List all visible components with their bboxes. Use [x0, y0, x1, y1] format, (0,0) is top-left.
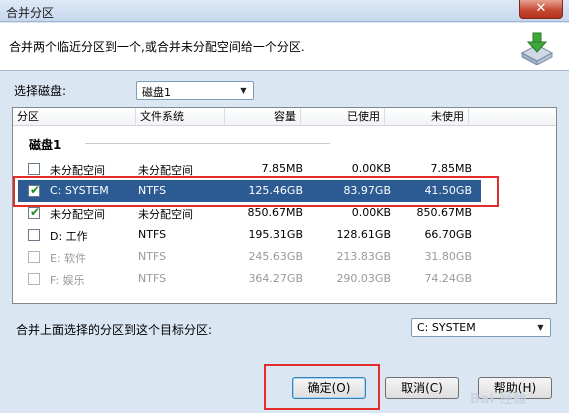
table-row[interactable]: ✔ C: SYSTEM NTFS 125.46GB 83.97GB 41.50G… [18, 180, 481, 202]
partition-capacity: 850.67MB [247, 206, 303, 219]
partition-checkbox[interactable]: ✔ [28, 205, 41, 219]
partition-unused: 41.50GB [424, 184, 472, 197]
partition-checkbox [28, 273, 40, 285]
table-row: F: 娱乐 NTFS 364.27GB 290.03GB 74.24GB [18, 268, 481, 290]
disk-select[interactable]: 磁盘1 ▼ [136, 81, 254, 100]
column-header[interactable]: 文件系统 [136, 108, 225, 126]
group-title: 磁盘1 [29, 138, 62, 152]
merge-disk-icon [520, 32, 554, 65]
partition-name: 未分配空间 [50, 164, 105, 177]
partition-checkbox [28, 251, 40, 263]
partition-fs: NTFS [138, 184, 167, 197]
partition-capacity: 245.63GB [248, 250, 303, 263]
partition-name: D: 工作 [50, 230, 88, 243]
target-partition-label: 合并上面选择的分区到这个目标分区: [16, 323, 213, 337]
partition-used: 128.61GB [336, 228, 391, 241]
partition-used: 83.97GB [343, 184, 391, 197]
cancel-button[interactable]: 取消(C) [385, 377, 459, 399]
disk-select-value: 磁盘1 [142, 86, 171, 99]
column-header[interactable]: 分区 [13, 108, 136, 126]
partition-checkbox[interactable] [28, 229, 40, 241]
disk-select-label: 选择磁盘: [14, 84, 67, 98]
partition-fs: NTFS [138, 250, 167, 263]
partition-used: 0.00KB [351, 206, 391, 219]
table-row: E: 软件 NTFS 245.63GB 213.83GB 31.80GB [18, 246, 481, 268]
close-button[interactable]: ✕ [519, 0, 563, 19]
close-icon: ✕ [535, 1, 547, 16]
partition-fs: 未分配空间 [138, 208, 193, 221]
partition-name: C: SYSTEM [50, 184, 109, 197]
partition-checkbox[interactable]: ✔ [28, 183, 41, 197]
partition-name: E: 软件 [50, 252, 87, 265]
header-description: 合并两个临近分区到一个,或合并未分配空间给一个分区. [9, 40, 305, 54]
partition-capacity: 7.85MB [261, 162, 303, 175]
window-title: 合并分区 [6, 6, 55, 20]
check-icon: ✔ [30, 183, 41, 197]
column-header[interactable]: 容量 [225, 108, 301, 126]
column-header-empty [469, 108, 556, 126]
target-partition-value: C: SYSTEM [417, 321, 476, 334]
ok-button[interactable]: 确定(O) [292, 377, 366, 399]
partition-fs: NTFS [138, 272, 167, 285]
target-partition-select[interactable]: C: SYSTEM ▼ [411, 318, 551, 337]
partition-unused: 7.85MB [430, 162, 472, 175]
partition-capacity: 364.27GB [248, 272, 303, 285]
partition-used: 213.83GB [336, 250, 391, 263]
partition-fs: 未分配空间 [138, 164, 193, 177]
column-header[interactable]: 未使用 [385, 108, 469, 126]
partition-list[interactable]: 分区 文件系统 容量 已使用 未使用 磁盘1 未分配空间 未分配空间 7.85M… [12, 107, 557, 304]
table-row[interactable]: D: 工作 NTFS 195.31GB 128.61GB 66.70GB [18, 224, 481, 246]
partition-used: 0.00KB [351, 162, 391, 175]
partition-unused: 74.24GB [424, 272, 472, 285]
check-icon: ✔ [30, 205, 41, 219]
partition-used: 290.03GB [336, 272, 391, 285]
partition-capacity: 125.46GB [248, 184, 303, 197]
chevron-down-icon: ▼ [240, 86, 247, 95]
partition-capacity: 195.31GB [248, 228, 303, 241]
partition-name: F: 娱乐 [50, 274, 85, 287]
partition-unused: 31.80GB [424, 250, 472, 263]
dialog-header: 合并两个临近分区到一个,或合并未分配空间给一个分区. [0, 23, 569, 71]
partition-fs: NTFS [138, 228, 167, 241]
group-divider [85, 143, 330, 144]
partition-unused: 850.67MB [416, 206, 472, 219]
table-row[interactable]: ✔ 未分配空间 未分配空间 850.67MB 0.00KB 850.67MB [18, 202, 481, 224]
partition-checkbox[interactable] [28, 163, 40, 175]
list-header: 分区 文件系统 容量 已使用 未使用 [13, 108, 556, 126]
watermark: Bai 经验 [470, 392, 527, 407]
title-bar: 合并分区 ✕ [0, 0, 569, 22]
partition-name: 未分配空间 [50, 208, 105, 221]
column-header[interactable]: 已使用 [301, 108, 385, 126]
partition-unused: 66.70GB [424, 228, 472, 241]
table-row[interactable]: 未分配空间 未分配空间 7.85MB 0.00KB 7.85MB [18, 158, 481, 180]
chevron-down-icon: ▼ [537, 323, 544, 332]
